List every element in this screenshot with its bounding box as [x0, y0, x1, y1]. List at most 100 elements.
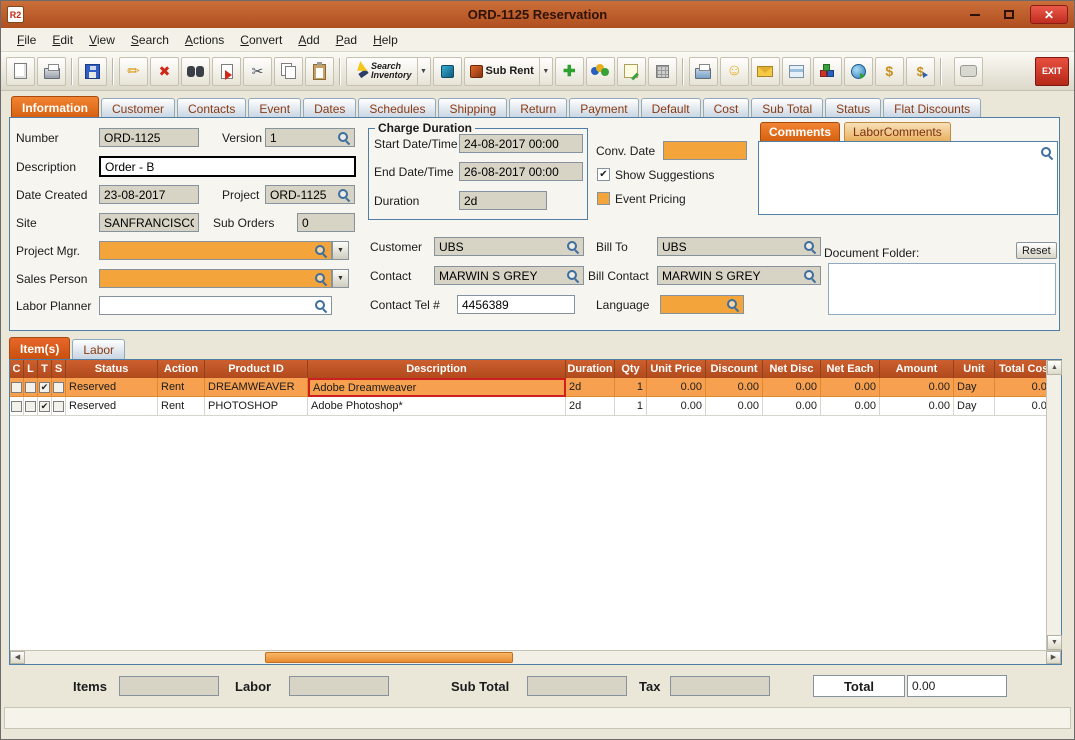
table-row[interactable]: ✔ Reserved Rent DREAMWEAVER Adobe Dreamw… — [10, 378, 1046, 397]
cell-unit-price[interactable]: 0.00 — [647, 397, 706, 416]
menu-actions[interactable]: Actions — [177, 30, 232, 50]
col-header-action[interactable]: Action — [158, 360, 205, 378]
cell-duration[interactable]: 2d — [566, 378, 615, 397]
version-lookup-icon[interactable] — [337, 131, 350, 144]
cell-total-cost[interactable]: 0.00 — [995, 397, 1046, 416]
tab-return[interactable]: Return — [509, 98, 568, 118]
project-mgr-dropdown[interactable]: ▼ — [332, 241, 349, 260]
tab-information[interactable]: Information — [11, 96, 99, 118]
availability-button[interactable] — [585, 56, 615, 86]
cell-action[interactable]: Rent — [158, 378, 205, 397]
tab-schedules[interactable]: Schedules — [358, 98, 437, 118]
edit-notes-button[interactable] — [616, 56, 646, 86]
project-mgr-lookup-icon[interactable] — [314, 244, 327, 257]
web-sync-button[interactable] — [843, 56, 873, 86]
memo-button[interactable] — [750, 56, 780, 86]
menu-edit[interactable]: Edit — [44, 30, 81, 50]
scroll-right-button[interactable]: ▶ — [1046, 651, 1061, 664]
project-mgr-field[interactable] — [99, 241, 332, 260]
row-checkbox-l[interactable] — [25, 400, 36, 412]
show-suggestions-checkbox[interactable]: ✔ — [597, 168, 610, 181]
language-field[interactable] — [660, 295, 744, 314]
col-header-s[interactable]: S — [52, 360, 66, 378]
cell-duration[interactable]: 2d — [566, 397, 615, 416]
cell-description[interactable]: Adobe Dreamweaver — [308, 378, 566, 397]
menu-add[interactable]: Add — [290, 30, 327, 50]
cell-net-disc[interactable]: 0.00 — [763, 397, 821, 416]
menu-file[interactable]: File — [9, 30, 44, 50]
cell-amount[interactable]: 0.00 — [880, 397, 954, 416]
col-header-net-disc[interactable]: Net Disc — [763, 360, 821, 378]
contact-tel-field[interactable]: 4456389 — [457, 295, 575, 314]
tab-customer[interactable]: Customer — [101, 98, 176, 118]
col-header-unit[interactable]: Unit — [954, 360, 995, 378]
col-header-total-cost[interactable]: Total Cost — [995, 360, 1046, 378]
cell-net-each[interactable]: 0.00 — [821, 397, 880, 416]
print-button[interactable] — [37, 56, 66, 86]
tab-flat-discounts[interactable]: Flat Discounts — [883, 98, 982, 118]
scroll-left-button[interactable]: ◀ — [10, 651, 25, 664]
cell-discount[interactable]: 0.00 — [706, 397, 763, 416]
currency-button[interactable]: $ — [874, 56, 904, 86]
col-header-status[interactable]: Status — [66, 360, 158, 378]
save-button[interactable] — [78, 56, 107, 86]
sales-person-field[interactable] — [99, 269, 332, 288]
labor-planner-lookup-icon[interactable] — [314, 299, 327, 312]
add-item-button[interactable]: ✚ — [554, 56, 584, 86]
cell-unit[interactable]: Day — [954, 378, 995, 397]
batch-print-button[interactable] — [688, 56, 718, 86]
menu-search[interactable]: Search — [123, 30, 177, 50]
exit-button[interactable]: EXIT — [1035, 56, 1069, 86]
cell-qty[interactable]: 1 — [615, 378, 647, 397]
table-row[interactable]: ✔ Reserved Rent PHOTOSHOP Adobe Photosho… — [10, 397, 1046, 416]
copy-button[interactable] — [274, 56, 303, 86]
labor-planner-field[interactable] — [99, 296, 332, 315]
menu-convert[interactable]: Convert — [232, 30, 290, 50]
project-lookup-icon[interactable] — [337, 188, 350, 201]
col-header-unit-price[interactable]: Unit Price — [647, 360, 706, 378]
sales-person-lookup-icon[interactable] — [314, 272, 327, 285]
menu-view[interactable]: View — [81, 30, 123, 50]
cell-product-id[interactable]: PHOTOSHOP — [205, 397, 308, 416]
sales-person-dropdown[interactable]: ▼ — [332, 269, 349, 288]
comments-lookup-icon[interactable] — [1040, 146, 1053, 159]
cell-total-cost[interactable]: 0.00 — [995, 378, 1046, 397]
tab-shipping[interactable]: Shipping — [438, 98, 508, 118]
cell-discount[interactable]: 0.00 — [706, 378, 763, 397]
col-header-product-id[interactable]: Product ID — [205, 360, 308, 378]
col-header-discount[interactable]: Discount — [706, 360, 763, 378]
search-inventory-button[interactable]: Search Inventory ▼ — [346, 56, 431, 86]
tab-sub-total[interactable]: Sub Total — [751, 98, 824, 118]
package-button[interactable] — [781, 56, 811, 86]
close-button[interactable]: ✕ — [1030, 5, 1068, 24]
tab-payment[interactable]: Payment — [569, 98, 639, 118]
sub-rent-button[interactable]: Sub Rent ▼ — [463, 56, 553, 86]
conv-date-field[interactable] — [663, 141, 747, 160]
cell-qty[interactable]: 1 — [615, 397, 647, 416]
col-header-description[interactable]: Description — [308, 360, 566, 378]
tab-dates[interactable]: Dates — [303, 98, 357, 118]
tab-labor-comments[interactable]: LaborComments — [844, 122, 951, 141]
cell-unit-price[interactable]: 0.00 — [647, 378, 706, 397]
tab-items[interactable]: Item(s) — [9, 337, 71, 359]
tab-comments[interactable]: Comments — [760, 122, 841, 141]
delete-button[interactable]: ✖ — [150, 56, 179, 86]
tab-default[interactable]: Default — [640, 98, 701, 118]
feedback-button[interactable]: ☺ — [719, 56, 749, 86]
row-checkbox-c[interactable] — [11, 381, 22, 393]
row-checkbox-t[interactable]: ✔ — [39, 381, 50, 393]
row-checkbox-t[interactable]: ✔ — [39, 400, 50, 412]
pad-button[interactable] — [647, 56, 677, 86]
cell-action[interactable]: Rent — [158, 397, 205, 416]
row-checkbox-l[interactable] — [25, 381, 36, 393]
cell-amount[interactable]: 0.00 — [880, 378, 954, 397]
horizontal-scroll-thumb[interactable] — [265, 652, 513, 663]
row-checkbox-c[interactable] — [11, 400, 22, 412]
edit-button[interactable]: ✏ — [119, 56, 148, 86]
comment-button[interactable] — [954, 56, 983, 86]
new-document-button[interactable] — [6, 56, 35, 86]
col-header-l[interactable]: L — [24, 360, 38, 378]
sub-rent-dropdown[interactable]: ▼ — [538, 57, 552, 85]
tab-status[interactable]: Status — [825, 98, 882, 118]
tab-labor[interactable]: Labor — [72, 339, 126, 359]
